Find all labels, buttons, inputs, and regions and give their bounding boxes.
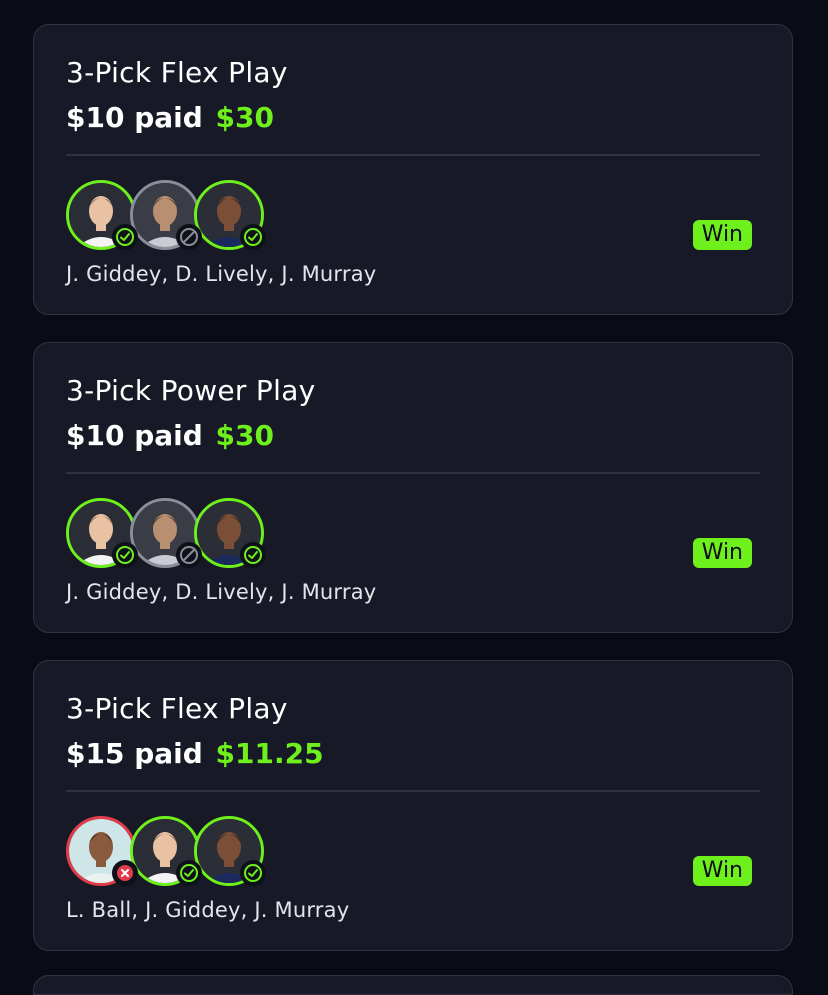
divider — [66, 472, 760, 474]
entry-paid-amount: $15 paid — [66, 737, 203, 770]
check-circle-icon — [240, 542, 266, 568]
result-badge: Win — [692, 538, 752, 568]
player-names: L. Ball, J. Giddey, J. Murray — [66, 898, 350, 922]
entry-payout: $15 paid $11.25 — [66, 737, 324, 770]
pick-avatars — [66, 180, 276, 252]
entry-title: 3-Pick Flex Play — [66, 56, 288, 89]
entry-win-amount: $30 — [215, 101, 274, 134]
void-slash-icon — [176, 224, 202, 250]
void-slash-icon — [176, 542, 202, 568]
entry-payout: $10 paid $30 — [66, 101, 274, 134]
entry-win-amount: $11.25 — [215, 737, 324, 770]
entry-title: 3-Pick Flex Play — [66, 692, 288, 725]
next-entry-card-edge[interactable] — [33, 975, 793, 995]
divider — [66, 154, 760, 156]
result-badge: Win — [692, 856, 752, 886]
entry-paid-amount: $10 paid — [66, 101, 203, 134]
entry-win-amount: $30 — [215, 419, 274, 452]
result-badge: Win — [692, 220, 752, 250]
check-circle-icon — [112, 542, 138, 568]
divider — [66, 790, 760, 792]
entry-card[interactable]: 3-Pick Power Play $10 paid $30 J. Giddey… — [33, 342, 793, 633]
entry-card[interactable]: 3-Pick Flex Play $10 paid $30 J. Giddey,… — [33, 24, 793, 315]
check-circle-icon — [240, 224, 266, 250]
check-circle-icon — [112, 224, 138, 250]
pick-avatars — [66, 816, 276, 888]
check-circle-icon — [176, 860, 202, 886]
pick-avatars — [66, 498, 276, 570]
entry-card[interactable]: 3-Pick Flex Play $15 paid $11.25 L. Ball… — [33, 660, 793, 951]
player-names: J. Giddey, D. Lively, J. Murray — [66, 262, 377, 286]
entry-title: 3-Pick Power Play — [66, 374, 316, 407]
player-names: J. Giddey, D. Lively, J. Murray — [66, 580, 377, 604]
entry-payout: $10 paid $30 — [66, 419, 274, 452]
x-circle-icon — [112, 860, 138, 886]
check-circle-icon — [240, 860, 266, 886]
entry-paid-amount: $10 paid — [66, 419, 203, 452]
